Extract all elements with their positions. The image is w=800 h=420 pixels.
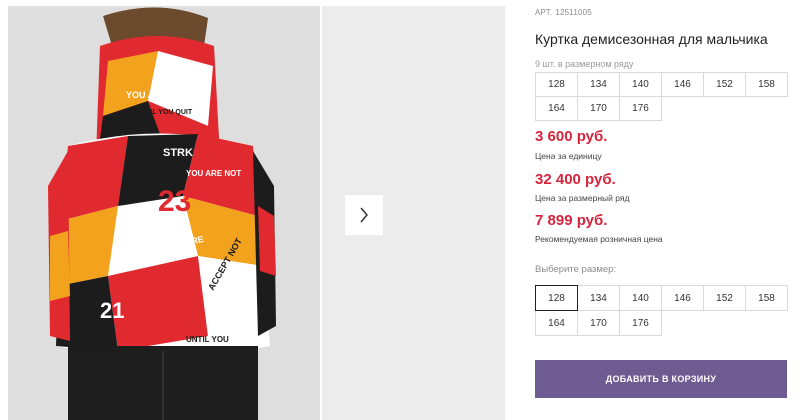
retail-price: 7 899 руб. xyxy=(535,212,608,229)
jacket-print-text: YOU ARE NOT xyxy=(186,169,241,178)
article-number: АРТ. 12511005 xyxy=(535,8,595,17)
size-option[interactable]: 170 xyxy=(577,310,620,336)
product-title: Куртка демисезонная для мальчика xyxy=(535,31,768,47)
size-option-selected[interactable]: 128 xyxy=(535,285,578,311)
retail-price-label: Рекомендуемая розничная цена xyxy=(535,234,663,244)
jacket-print-text: 23 xyxy=(158,185,191,218)
series-size: 176 xyxy=(619,96,662,121)
size-option[interactable]: 158 xyxy=(745,285,788,311)
series-price: 32 400 руб. xyxy=(535,171,616,188)
series-size: 158 xyxy=(745,72,788,97)
product-photo[interactable]: YOU ARE NOT UNTIL YOU QUIT 23 ACCEPT FAI… xyxy=(8,6,320,420)
size-selector: 128 134 140 146 152 158 164 170 176 xyxy=(535,285,788,336)
chevron-right-icon xyxy=(360,207,368,223)
series-size: 128 xyxy=(535,72,578,97)
series-size: 164 xyxy=(535,96,578,121)
jacket-print-text: YOU ARE NOT xyxy=(126,90,189,100)
article-label: АРТ. xyxy=(535,8,553,17)
add-to-cart-button[interactable]: ДОБАВИТЬ В КОРЗИНУ xyxy=(535,360,787,398)
size-option[interactable]: 140 xyxy=(619,285,662,311)
series-size-list: 128 134 140 146 152 158 164 170 176 xyxy=(535,72,788,121)
series-size: 152 xyxy=(703,72,746,97)
jacket-print-text: UNTIL YOU xyxy=(186,335,229,344)
size-option[interactable]: 146 xyxy=(661,285,704,311)
jacket-print-text: 21 xyxy=(100,298,124,323)
series-price-label: Цена за размерный ряд xyxy=(535,193,630,203)
unit-price-label: Цена за единицу xyxy=(535,151,602,161)
series-size: 146 xyxy=(661,72,704,97)
size-option[interactable]: 152 xyxy=(703,285,746,311)
size-option[interactable]: 176 xyxy=(619,310,662,336)
product-gallery: YOU ARE NOT UNTIL YOU QUIT 23 ACCEPT FAI… xyxy=(0,0,505,420)
jacket-print-text: STRK xyxy=(163,147,193,159)
choose-size-label: Выберите размер: xyxy=(535,264,617,275)
series-size: 140 xyxy=(619,72,662,97)
series-note: 9 шт. в размерном ряду xyxy=(535,59,634,69)
next-image-button[interactable] xyxy=(345,195,383,235)
size-option[interactable]: 134 xyxy=(577,285,620,311)
article-value: 12511005 xyxy=(555,8,592,17)
series-size: 134 xyxy=(577,72,620,97)
jacket-print-text: UNTIL YOU QUIT xyxy=(136,109,193,116)
jacket-illustration: YOU ARE NOT UNTIL YOU QUIT 23 ACCEPT FAI… xyxy=(8,6,320,420)
size-option[interactable]: 164 xyxy=(535,310,578,336)
unit-price: 3 600 руб. xyxy=(535,128,608,145)
series-size: 170 xyxy=(577,96,620,121)
product-info-panel: АРТ. 12511005 Куртка демисезонная для мал… xyxy=(535,0,795,420)
